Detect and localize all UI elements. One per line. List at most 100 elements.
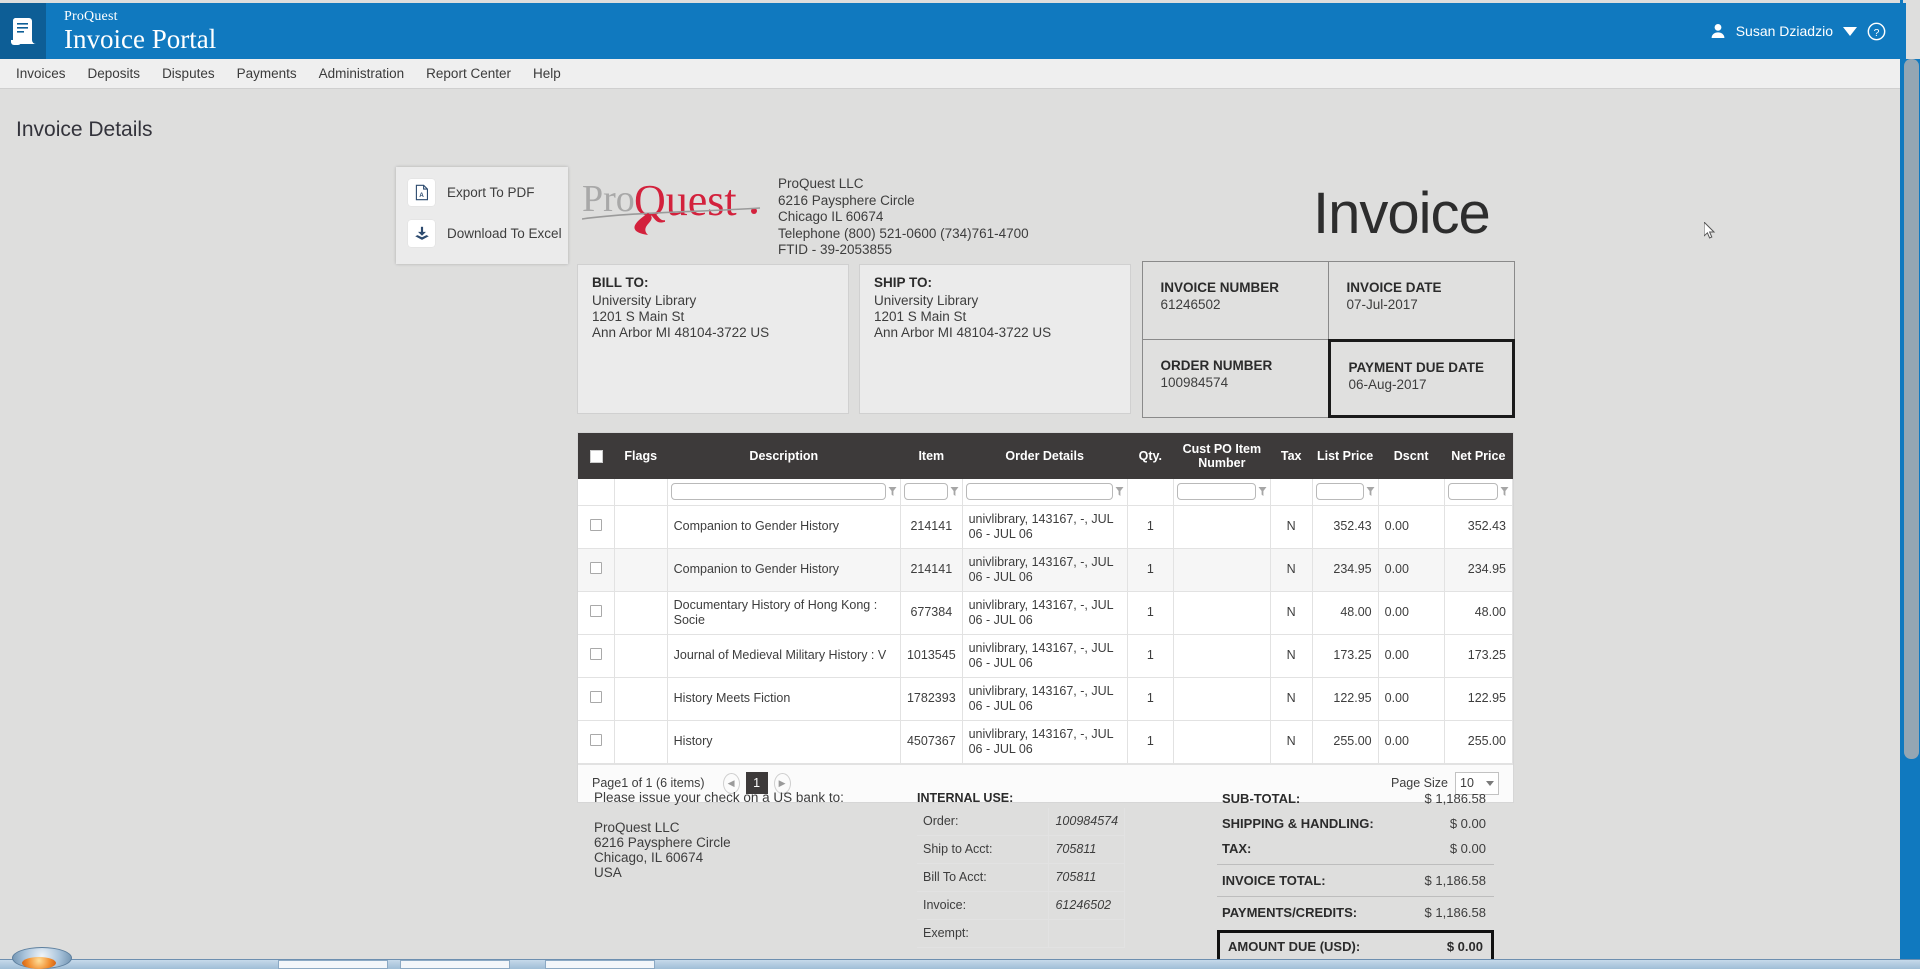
col-qty[interactable]: Qty. bbox=[1127, 433, 1173, 479]
invoice-date-label: INVOICE DATE bbox=[1347, 279, 1514, 296]
row-checkbox[interactable] bbox=[590, 691, 602, 703]
filter-cell-qty bbox=[1127, 479, 1173, 505]
row-select-cell[interactable] bbox=[578, 505, 614, 548]
filter-funnel-icon[interactable] bbox=[1115, 486, 1124, 498]
cell-order-details: univlibrary, 143167, -, JUL 06 - JUL 06 bbox=[962, 677, 1127, 720]
filter-input-net-price[interactable] bbox=[1448, 483, 1498, 500]
col-cust-po[interactable]: Cust PO Item Number bbox=[1173, 433, 1270, 479]
row-select-cell[interactable] bbox=[578, 548, 614, 591]
filter-funnel-icon[interactable] bbox=[1500, 486, 1509, 498]
download-to-excel-label: Download To Excel bbox=[447, 226, 562, 241]
row-checkbox[interactable] bbox=[590, 519, 602, 531]
cell-description: Documentary History of Hong Kong : Socie bbox=[667, 591, 900, 634]
start-orb-icon[interactable] bbox=[22, 957, 56, 969]
table-row[interactable]: Documentary History of Hong Kong : Socie… bbox=[578, 591, 1513, 634]
invoice-total-label: INVOICE TOTAL: bbox=[1222, 873, 1326, 888]
internal-key-invoice: Invoice: bbox=[917, 892, 1049, 920]
select-all-checkbox[interactable] bbox=[590, 450, 603, 463]
filter-cell-flags bbox=[614, 479, 667, 505]
col-description[interactable]: Description bbox=[667, 433, 900, 479]
table-row[interactable]: Companion to Gender History 214141 univl… bbox=[578, 505, 1513, 548]
cell-tax: N bbox=[1270, 591, 1312, 634]
row-checkbox[interactable] bbox=[590, 734, 602, 746]
filter-input-cust-po[interactable] bbox=[1177, 483, 1256, 500]
table-row[interactable]: Journal of Medieval Military History : V… bbox=[578, 634, 1513, 677]
cell-tax: N bbox=[1270, 634, 1312, 677]
shipping-handling-label: SHIPPING & HANDLING: bbox=[1222, 816, 1374, 831]
order-number-cell: ORDER NUMBER 100984574 bbox=[1142, 339, 1329, 418]
cell-cust-po bbox=[1173, 634, 1270, 677]
cell-list-price: 48.00 bbox=[1312, 591, 1378, 634]
filter-input-description[interactable] bbox=[671, 483, 886, 500]
cell-item: 677384 bbox=[900, 591, 962, 634]
nav-item-invoices[interactable]: Invoices bbox=[5, 61, 77, 86]
nav-item-help[interactable]: Help bbox=[522, 61, 572, 86]
row-select-cell[interactable] bbox=[578, 677, 614, 720]
row-checkbox[interactable] bbox=[590, 648, 602, 660]
filter-cell-net-price bbox=[1444, 479, 1512, 505]
line-items-grid: Flags Description Item Order Details Qty… bbox=[577, 432, 1514, 803]
download-to-excel-button[interactable]: Download To Excel bbox=[408, 220, 568, 247]
nav-item-deposits[interactable]: Deposits bbox=[77, 61, 152, 86]
invoice-total-row: INVOICE TOTAL: $ 1,186.58 bbox=[1217, 868, 1494, 893]
filter-cell-item bbox=[900, 479, 962, 505]
export-to-pdf-button[interactable]: A Export To PDF bbox=[408, 179, 568, 206]
cell-flags bbox=[614, 720, 667, 763]
cell-dscnt: 0.00 bbox=[1378, 505, 1444, 548]
cell-cust-po bbox=[1173, 720, 1270, 763]
svg-text:?: ? bbox=[1874, 27, 1880, 38]
col-select-all[interactable] bbox=[578, 433, 614, 479]
row-select-cell[interactable] bbox=[578, 720, 614, 763]
sub-total-value: $ 1,186.58 bbox=[1425, 791, 1486, 806]
row-checkbox[interactable] bbox=[590, 562, 602, 574]
bill-to-line-2: 1201 S Main St bbox=[592, 309, 834, 325]
taskbar-item[interactable] bbox=[545, 960, 655, 969]
filter-funnel-icon[interactable] bbox=[1366, 486, 1375, 498]
col-tax[interactable]: Tax bbox=[1270, 433, 1312, 479]
cell-list-price: 122.95 bbox=[1312, 677, 1378, 720]
user-name[interactable]: Susan Dziadzio bbox=[1736, 23, 1833, 39]
nav-item-disputes[interactable]: Disputes bbox=[151, 61, 226, 86]
main-navigation: Invoices Deposits Disputes Payments Admi… bbox=[0, 59, 1906, 89]
table-row[interactable]: History Meets Fiction 1782393 univlibrar… bbox=[578, 677, 1513, 720]
col-list-price[interactable]: List Price bbox=[1312, 433, 1378, 479]
taskbar-item[interactable] bbox=[400, 960, 510, 969]
invoice-number-value: 61246502 bbox=[1161, 297, 1221, 312]
internal-key-order: Order: bbox=[917, 808, 1049, 836]
filter-input-order-details[interactable] bbox=[966, 483, 1113, 500]
table-row[interactable]: Companion to Gender History 214141 univl… bbox=[578, 548, 1513, 591]
cell-qty: 1 bbox=[1127, 634, 1173, 677]
col-order-details[interactable]: Order Details bbox=[962, 433, 1127, 479]
nav-item-report-center[interactable]: Report Center bbox=[415, 61, 522, 86]
nav-item-administration[interactable]: Administration bbox=[308, 61, 416, 86]
cell-order-details: univlibrary, 143167, -, JUL 06 - JUL 06 bbox=[962, 505, 1127, 548]
filter-funnel-icon[interactable] bbox=[1258, 486, 1267, 498]
table-row[interactable]: History 4507367 univlibrary, 143167, -, … bbox=[578, 720, 1513, 763]
cell-list-price: 173.25 bbox=[1312, 634, 1378, 677]
cell-item: 1013545 bbox=[900, 634, 962, 677]
col-item[interactable]: Item bbox=[900, 433, 962, 479]
row-select-cell[interactable] bbox=[578, 634, 614, 677]
scrollbar-thumb[interactable] bbox=[1904, 59, 1919, 759]
nav-item-payments[interactable]: Payments bbox=[226, 61, 308, 86]
filter-input-list-price[interactable] bbox=[1316, 483, 1364, 500]
sub-total-row: SUB-TOTAL: $ 1,186.58 bbox=[1217, 786, 1494, 811]
row-select-cell[interactable] bbox=[578, 591, 614, 634]
taskbar-item[interactable] bbox=[278, 960, 388, 969]
company-city: Chicago IL 60674 bbox=[778, 209, 1029, 226]
row-checkbox[interactable] bbox=[590, 605, 602, 617]
filter-funnel-icon[interactable] bbox=[888, 486, 897, 498]
app-logo[interactable] bbox=[0, 3, 46, 59]
cell-order-details: univlibrary, 143167, -, JUL 06 - JUL 06 bbox=[962, 634, 1127, 677]
col-flags[interactable]: Flags bbox=[614, 433, 667, 479]
cell-description: Companion to Gender History bbox=[667, 548, 900, 591]
vertical-scrollbar[interactable] bbox=[1903, 59, 1920, 969]
cell-tax: N bbox=[1270, 548, 1312, 591]
filter-input-item[interactable] bbox=[904, 483, 948, 500]
filter-funnel-icon[interactable] bbox=[950, 486, 959, 498]
order-number-label: ORDER NUMBER bbox=[1161, 357, 1328, 374]
col-net-price[interactable]: Net Price bbox=[1444, 433, 1512, 479]
col-dscnt[interactable]: Dscnt bbox=[1378, 433, 1444, 479]
help-question-icon[interactable]: ? bbox=[1867, 22, 1886, 41]
chevron-down-icon[interactable] bbox=[1843, 27, 1857, 36]
